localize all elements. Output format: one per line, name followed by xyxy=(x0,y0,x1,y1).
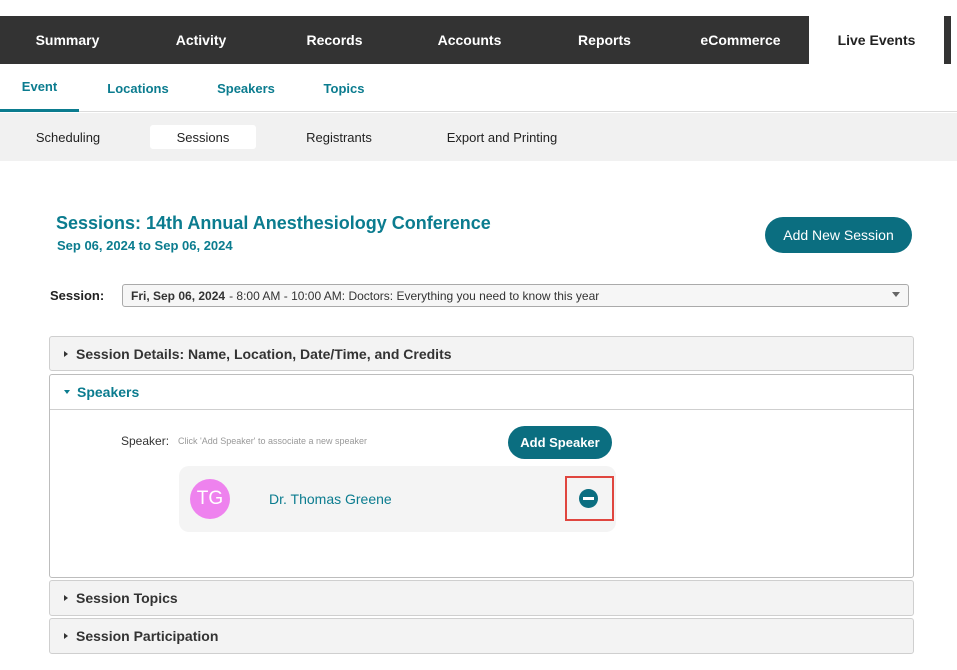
speaker-card: TG Dr. Thomas Greene xyxy=(179,466,616,532)
page-title: Sessions: 14th Annual Anesthesiology Con… xyxy=(56,213,491,233)
top-nav: Summary Activity Records Accounts Report… xyxy=(0,16,951,64)
session-topics-panel: Session Topics xyxy=(49,580,914,616)
add-speaker-button[interactable]: Add Speaker xyxy=(508,426,612,459)
tab-records[interactable]: Records xyxy=(267,16,402,64)
session-participation-header[interactable]: Session Participation xyxy=(50,619,913,653)
chevron-right-icon xyxy=(64,633,68,639)
session-label: Session: xyxy=(50,288,105,303)
session-participation-panel: Session Participation xyxy=(49,618,914,654)
remove-icon[interactable] xyxy=(579,489,598,508)
tab-topics[interactable]: Topics xyxy=(318,64,370,112)
session-select[interactable]: Fri, Sep 06, 2024 - 8:00 AM - 10:00 AM: … xyxy=(122,284,909,307)
session-details-text: - 8:00 AM - 10:00 AM: Doctors: Everythin… xyxy=(229,288,600,303)
avatar: TG xyxy=(190,479,230,519)
tab-scheduling[interactable]: Scheduling xyxy=(27,125,109,149)
tab-live-events[interactable]: Live Events xyxy=(809,16,944,64)
tab-reports[interactable]: Reports xyxy=(537,16,672,64)
speakers-panel: Speakers Speaker: Click 'Add Speaker' to… xyxy=(49,374,914,578)
add-new-session-button[interactable]: Add New Session xyxy=(765,217,912,253)
session-date: Fri, Sep 06, 2024 xyxy=(131,288,226,303)
sub-nav: Event Locations Speakers Topics xyxy=(0,64,957,112)
session-details-title: Session Details: Name, Location, Date/Ti… xyxy=(76,346,452,362)
tab-registrants[interactable]: Registrants xyxy=(300,125,378,149)
speakers-title: Speakers xyxy=(77,384,140,400)
speaker-hint: Click 'Add Speaker' to associate a new s… xyxy=(178,436,368,446)
tab-ecommerce[interactable]: eCommerce xyxy=(672,16,809,64)
session-topics-header[interactable]: Session Topics xyxy=(50,581,913,615)
speaker-label: Speaker: xyxy=(121,434,170,448)
tab-speakers[interactable]: Speakers xyxy=(211,64,281,112)
caret-down-icon xyxy=(892,292,900,297)
tab-event[interactable]: Event xyxy=(0,64,79,112)
tab-summary[interactable]: Summary xyxy=(0,16,135,64)
speaker-name-link[interactable]: Dr. Thomas Greene xyxy=(269,491,392,507)
session-participation-title: Session Participation xyxy=(76,628,219,644)
speakers-header[interactable]: Speakers xyxy=(50,375,913,410)
third-nav: Scheduling Sessions Registrants Export a… xyxy=(0,113,957,161)
tab-activity[interactable]: Activity xyxy=(135,16,267,64)
tab-locations[interactable]: Locations xyxy=(100,64,176,112)
chevron-right-icon xyxy=(64,595,68,601)
session-details-header[interactable]: Session Details: Name, Location, Date/Ti… xyxy=(50,337,913,371)
tab-sessions[interactable]: Sessions xyxy=(150,125,256,149)
tab-accounts[interactable]: Accounts xyxy=(402,16,537,64)
chevron-right-icon xyxy=(64,351,68,357)
session-topics-title: Session Topics xyxy=(76,590,178,606)
tab-export-printing[interactable]: Export and Printing xyxy=(441,125,563,149)
event-dates: Sep 06, 2024 to Sep 06, 2024 xyxy=(57,238,233,253)
session-details-panel: Session Details: Name, Location, Date/Ti… xyxy=(49,336,914,371)
chevron-down-icon xyxy=(64,390,70,394)
